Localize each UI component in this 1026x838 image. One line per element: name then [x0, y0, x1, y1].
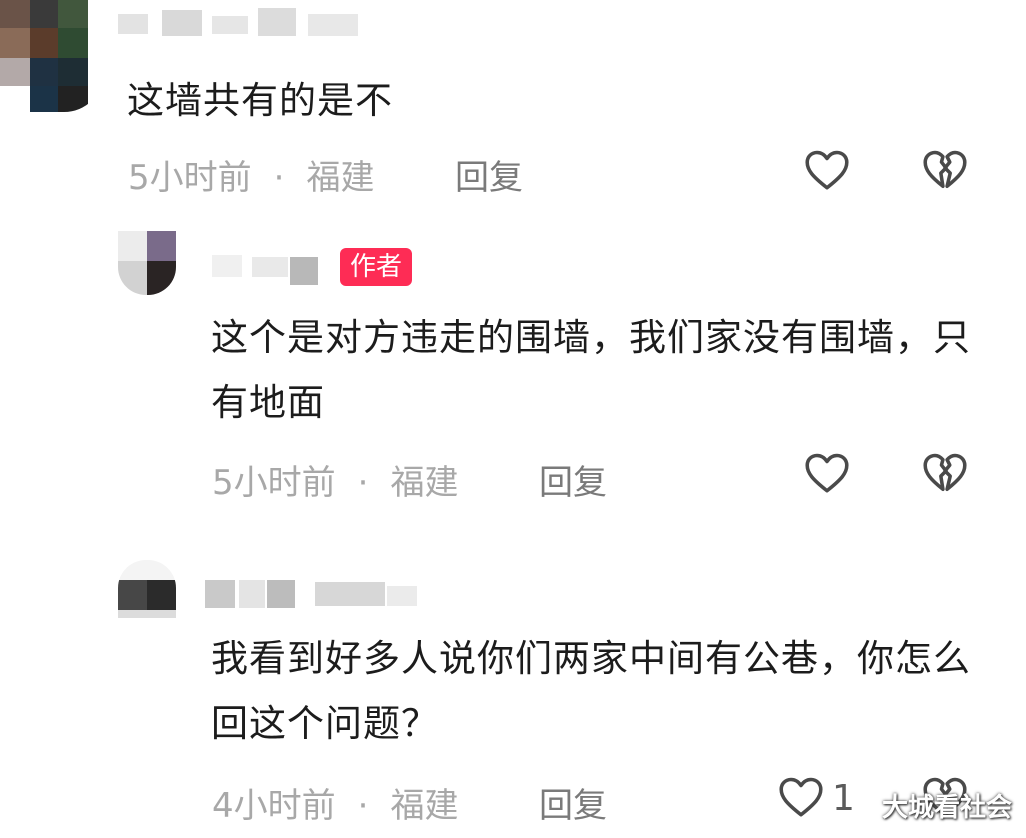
username-blurred[interactable] [212, 247, 332, 287]
separator: · [357, 786, 369, 826]
avatar[interactable] [118, 560, 176, 618]
dislike-button[interactable] [920, 448, 970, 498]
separator: · [273, 158, 285, 198]
like-button[interactable] [802, 145, 852, 195]
comment-text: 我看到好多人说你们两家中间有公巷，你怎么回这个问题？ [211, 637, 971, 745]
heart-outline-icon [805, 150, 849, 190]
username-blurred[interactable] [205, 578, 435, 610]
like-button[interactable] [802, 448, 852, 498]
broken-heart-icon [923, 150, 967, 189]
avatar[interactable] [118, 231, 176, 295]
like-button[interactable] [776, 772, 826, 822]
comment-text: 这个是对方违走的围墙，我们家没有围墙，只有地面 [211, 316, 971, 424]
heart-outline-icon [805, 453, 849, 493]
comment-meta: 4小时前 · 福建 [212, 778, 458, 827]
reply-button[interactable]: 回复 [455, 150, 523, 199]
location: 福建 [390, 463, 459, 503]
location: 福建 [306, 158, 375, 198]
location: 福建 [390, 786, 459, 826]
timestamp: 5小时前 [128, 158, 252, 198]
timestamp: 5小时前 [212, 463, 336, 503]
comment-text: 这墙共有的是不 [127, 79, 393, 122]
comment-meta: 5小时前 · 福建 [128, 150, 374, 199]
reply-button[interactable]: 回复 [539, 455, 607, 504]
comment-1: 这墙共有的是不 5小时前 · 福建 回复 [0, 0, 1026, 215]
username-blurred[interactable] [118, 6, 368, 42]
comment-3: 我看到好多人说你们两家中间有公巷，你怎么回这个问题？ 4小时前 · 福建 回复 1 [0, 550, 1026, 838]
reply-button[interactable]: 回复 [539, 778, 607, 827]
separator: · [357, 463, 369, 503]
author-badge: 作者 [340, 248, 413, 286]
comment-meta: 5小时前 · 福建 [212, 455, 458, 504]
timestamp: 4小时前 [212, 786, 336, 826]
heart-outline-icon [779, 777, 823, 817]
comment-2: 作者 这个是对方违走的围墙，我们家没有围墙，只有地面 5小时前 · 福建 回复 [0, 215, 1026, 525]
avatar[interactable] [0, 0, 104, 112]
watermark: 大城看社会 [881, 793, 1012, 823]
dislike-button[interactable] [920, 145, 970, 195]
like-count: 1 [832, 778, 855, 819]
broken-heart-icon [923, 453, 967, 492]
